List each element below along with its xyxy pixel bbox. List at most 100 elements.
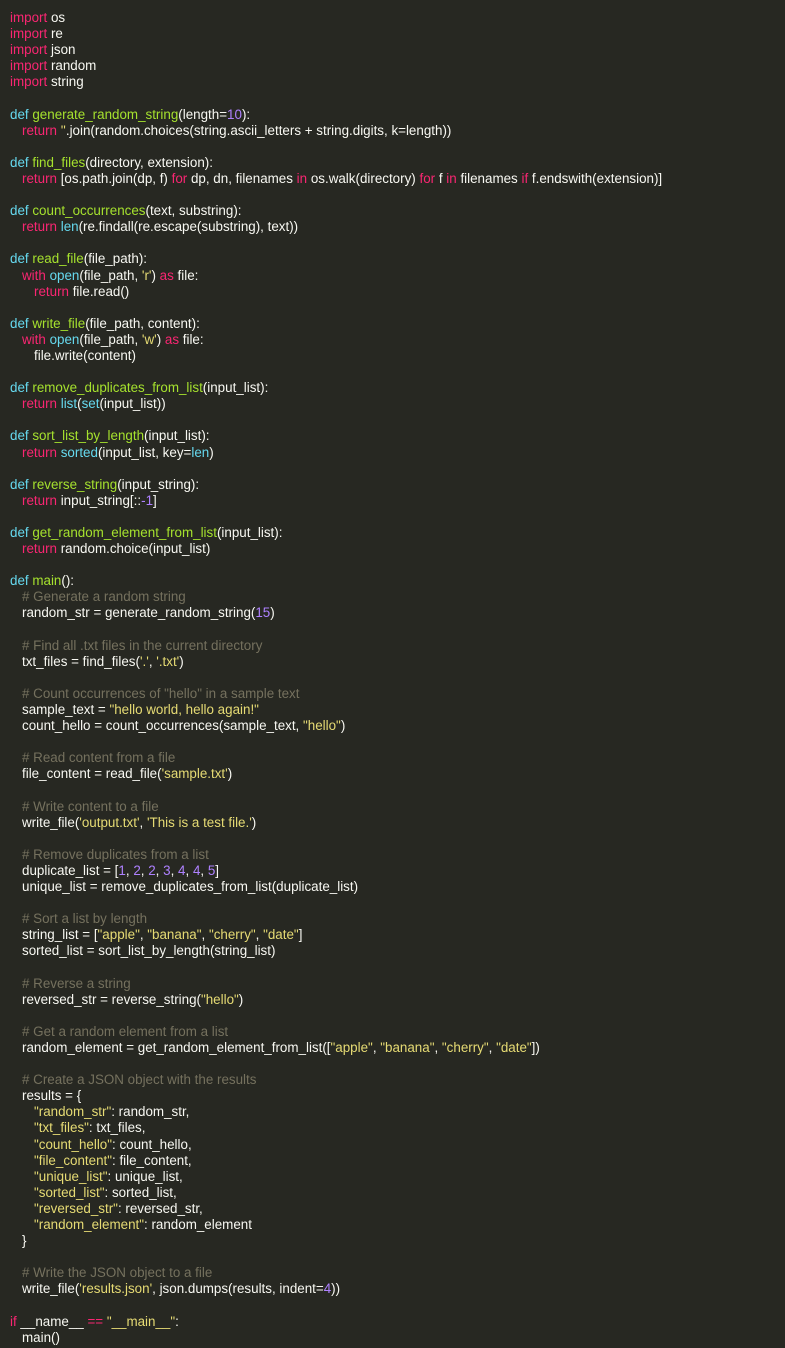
- code-text: ): [251, 814, 257, 830]
- keyword-token: return: [34, 283, 69, 299]
- code-text: ): [179, 653, 184, 669]
- builtin-token: open: [49, 331, 80, 347]
- code-text: (input_list):: [202, 380, 269, 396]
- code-line: "random_str": random_str,: [0, 1104, 785, 1120]
- comment-token: # Write the JSON object to a file: [22, 1265, 213, 1281]
- comment-token: # Write content to a file: [22, 798, 159, 814]
- code-text: ]: [153, 492, 157, 508]
- keyword-token: return: [22, 396, 57, 412]
- number-token: 3: [163, 862, 171, 878]
- comment-token: # Sort a list by length: [22, 911, 148, 927]
- keyword-token: return: [22, 541, 57, 557]
- function-name-token: read_file: [32, 251, 84, 267]
- code-line: with open(file_path, 'r') as file:: [0, 268, 785, 284]
- string-token: "date": [496, 1040, 532, 1055]
- code-text: ,: [155, 862, 164, 878]
- comment-token: # Get a random element from a list: [22, 1023, 229, 1039]
- code-line: "count_hello": count_hello,: [0, 1137, 785, 1153]
- code-line: "sorted_list": sorted_list,: [0, 1185, 785, 1201]
- code-text: ,: [139, 814, 147, 830]
- code-line: def remove_duplicates_from_list(input_li…: [0, 380, 785, 396]
- keyword-token: for: [419, 170, 436, 186]
- code-text: file_content = read_file(: [22, 766, 162, 782]
- code-line: # Write content to a file: [0, 799, 785, 815]
- code-line: write_file('results.json', json.dumps(re…: [0, 1281, 785, 1297]
- function-name-token: generate_random_string: [32, 106, 179, 122]
- string-token: "__main__": [106, 1313, 176, 1329]
- code-text: (file_path,: [79, 267, 142, 283]
- code-text: ): [156, 331, 165, 347]
- keyword-token: import: [10, 58, 48, 74]
- number-token: 15: [255, 605, 271, 621]
- string-token: "hello": [200, 991, 239, 1007]
- code-text: (text, substring):: [145, 203, 242, 219]
- string-token: 'This is a test file.': [146, 814, 252, 830]
- string-token: "random_str": [34, 1104, 112, 1120]
- builtin-token: def: [10, 106, 29, 122]
- builtin-token: len: [60, 219, 79, 235]
- code-text: f.endswith(extension)]: [528, 170, 663, 186]
- keyword-token: for: [171, 170, 188, 186]
- keyword-token: return: [22, 444, 57, 460]
- code-line: return sorted(input_list, key=len): [0, 445, 785, 461]
- code-text: file.read(): [68, 283, 130, 299]
- string-token: "date": [263, 927, 299, 943]
- code-text: (input_list, key=: [97, 444, 192, 460]
- code-text: ,: [434, 1040, 442, 1055]
- code-line: def read_file(file_path):: [0, 251, 785, 267]
- keyword-token: ==: [87, 1313, 104, 1329]
- code-text: ,: [201, 927, 209, 943]
- code-text: ,: [255, 927, 264, 943]
- keyword-token: in: [446, 170, 457, 186]
- string-token: "hello": [303, 718, 341, 734]
- keyword-token: return: [22, 219, 57, 235]
- code-line: import os: [0, 10, 785, 26]
- builtin-token: def: [10, 251, 29, 267]
- code-text: __name__: [16, 1313, 88, 1329]
- keyword-token: return: [22, 170, 57, 186]
- function-name-token: write_file: [32, 315, 86, 331]
- code-text: ,: [488, 1040, 497, 1055]
- comment-token: # Reverse a string: [22, 975, 131, 991]
- builtin-token: def: [10, 154, 29, 170]
- builtin-token: open: [49, 267, 80, 283]
- code-text: results = {: [22, 1088, 82, 1104]
- keyword-token: in: [296, 170, 308, 186]
- string-token: 'sample.txt': [161, 766, 228, 782]
- code-text: ):: [241, 106, 251, 122]
- string-token: "banana": [147, 927, 202, 943]
- code-line: "file_content": file_content,: [0, 1153, 785, 1169]
- comment-token: # Remove duplicates from a list: [22, 846, 209, 862]
- code-line: file.write(content): [0, 348, 785, 364]
- keyword-token: import: [10, 26, 48, 42]
- builtin-token: def: [10, 573, 29, 589]
- code-text: [os.path.join(dp, f): [56, 170, 172, 186]
- function-name-token: count_occurrences: [32, 203, 146, 219]
- builtin-token: set: [81, 396, 100, 412]
- code-line: sample_text = "hello world, hello again!…: [0, 702, 785, 718]
- code-text: re: [47, 26, 63, 42]
- number-token: 1: [118, 862, 126, 878]
- string-token: "txt_files": [34, 1120, 89, 1136]
- comment-token: # Count occurrences of "hello" in a samp…: [22, 685, 300, 701]
- code-text: string_list = [: [22, 927, 98, 943]
- code-text: os.walk(directory): [307, 170, 420, 186]
- builtin-token: def: [10, 203, 29, 219]
- code-line: import string: [0, 74, 785, 90]
- comment-token: # Create a JSON object with the results: [22, 1072, 257, 1088]
- code-text: ): [238, 991, 244, 1007]
- code-line: return random.choice(input_list): [0, 541, 785, 557]
- code-text: write_file(: [22, 814, 80, 830]
- code-line: "random_element": random_element: [0, 1217, 785, 1233]
- code-editor[interactable]: import os import re import json import rand…: [0, 0, 785, 1348]
- code-text: random_element = get_random_element_from…: [22, 1040, 331, 1055]
- function-name-token: sort_list_by_length: [32, 428, 145, 444]
- comment-token: # Read content from a file: [22, 750, 176, 766]
